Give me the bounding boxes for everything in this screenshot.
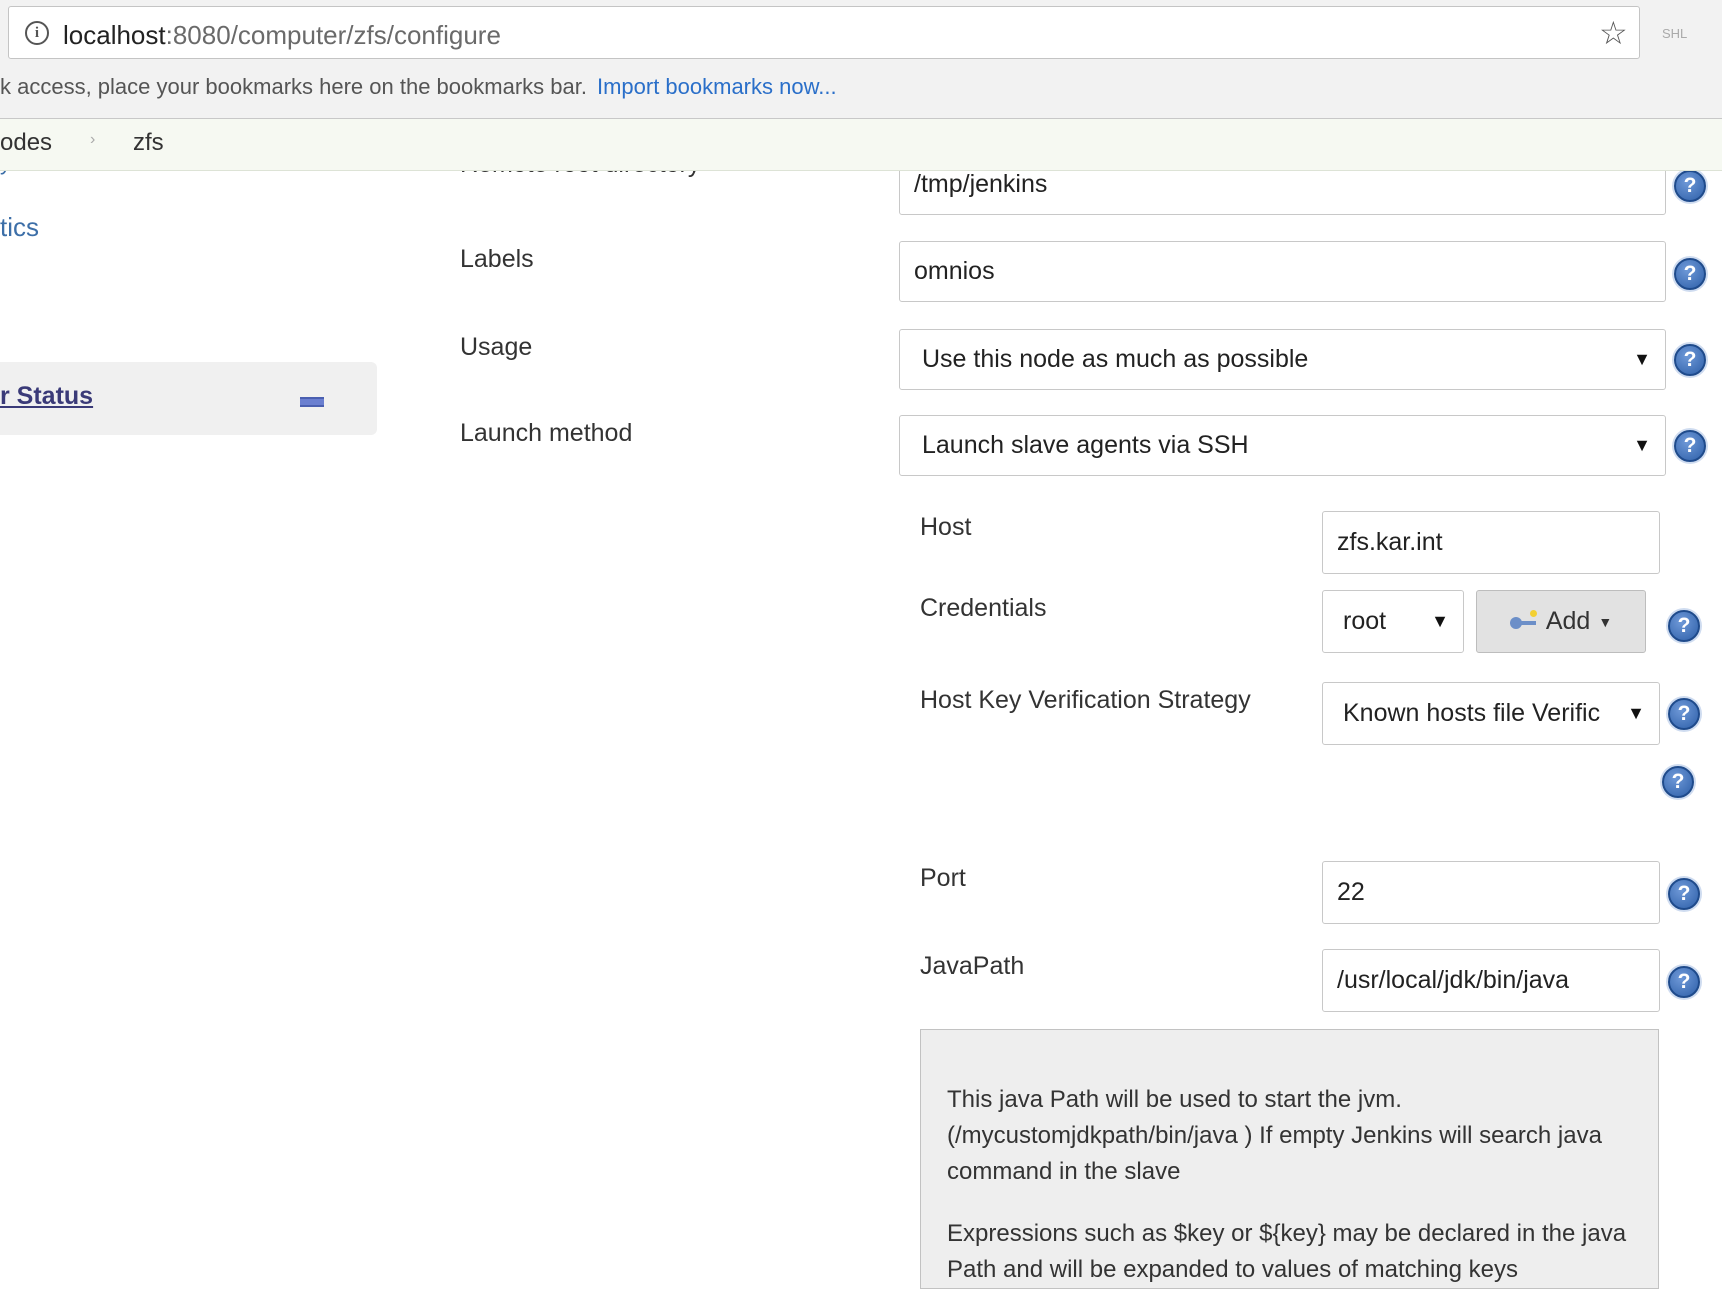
- help-icon[interactable]: ?: [1674, 170, 1706, 202]
- credentials-select-value: root: [1343, 607, 1387, 635]
- bookmark-star-icon[interactable]: ☆: [1599, 15, 1628, 51]
- java-path-input[interactable]: /usr/local/jdk/bin/java: [1322, 949, 1660, 1012]
- dropdown-caret-icon: ▼: [1431, 611, 1449, 631]
- help-paragraph: This java Path will be used to start the…: [947, 1086, 1602, 1185]
- chevron-down-icon: ▼: [1598, 613, 1613, 630]
- host-label: Host: [920, 513, 972, 541]
- breadcrumb-item-zfs-overlay[interactable]: zfs: [133, 129, 164, 157]
- add-credentials-button[interactable]: Add ▼: [1476, 590, 1646, 653]
- help-icon[interactable]: ?: [1668, 878, 1700, 910]
- bookmarks-bar: k access, place your bookmarks here on t…: [0, 74, 837, 100]
- browser-chrome: i localhost:8080/computer/zfs/configure …: [0, 0, 1722, 119]
- port-label: Port: [920, 864, 966, 892]
- url-host: localhost: [63, 20, 166, 50]
- dropdown-caret-icon: ▼: [1633, 435, 1651, 455]
- help-icon[interactable]: ?: [1674, 258, 1706, 290]
- extension-icon[interactable]: SHL: [1662, 26, 1687, 41]
- help-icon[interactable]: ?: [1668, 698, 1700, 730]
- usage-select-value: Use this node as much as possible: [922, 345, 1309, 373]
- executor-status-link[interactable]: r Status: [0, 382, 93, 411]
- sidebar-item-statistics[interactable]: tics: [0, 212, 39, 243]
- java-path-label: JavaPath: [920, 952, 1025, 980]
- launch-method-select-value: Launch slave agents via SSH: [922, 431, 1249, 459]
- info-icon[interactable]: i: [25, 21, 49, 45]
- help-icon[interactable]: ?: [1662, 766, 1694, 798]
- address-bar[interactable]: i localhost:8080/computer/zfs/configure …: [8, 6, 1640, 59]
- credentials-label: Credentials: [920, 594, 1047, 622]
- import-bookmarks-link[interactable]: Import bookmarks now...: [597, 74, 837, 99]
- host-key-strategy-label: Host Key Verification Strategy: [920, 686, 1251, 714]
- url-text[interactable]: localhost:8080/computer/zfs/configure: [63, 20, 501, 51]
- collapse-icon[interactable]: [300, 397, 324, 407]
- help-icon[interactable]: ?: [1668, 610, 1700, 642]
- url-path: :8080/computer/zfs/configure: [165, 20, 501, 50]
- usage-select[interactable]: Use this node as much as possible ▼: [899, 329, 1666, 390]
- credentials-select[interactable]: root ▼: [1322, 590, 1464, 653]
- bookmarks-prompt: k access, place your bookmarks here on t…: [0, 74, 587, 99]
- labels-input[interactable]: omnios: [899, 241, 1666, 302]
- help-icon[interactable]: ?: [1674, 344, 1706, 376]
- host-key-strategy-select[interactable]: Known hosts file Verific ▼: [1322, 682, 1660, 745]
- labels-label: Labels: [460, 245, 534, 273]
- add-button-label: Add: [1545, 607, 1591, 635]
- usage-label: Usage: [460, 333, 533, 361]
- executor-status-panel: r Status: [0, 362, 377, 435]
- breadcrumb-overlay: odes › zfs: [0, 119, 1722, 171]
- host-key-strategy-value: Known hosts file Verific: [1343, 699, 1601, 727]
- help-icon[interactable]: ?: [1668, 966, 1700, 998]
- launch-method-label: Launch method: [460, 419, 633, 447]
- launch-method-select[interactable]: Launch slave agents via SSH ▼: [899, 415, 1666, 476]
- host-input[interactable]: zfs.kar.int: [1322, 511, 1660, 574]
- dropdown-caret-icon: ▼: [1627, 703, 1645, 723]
- key-icon: [1509, 609, 1538, 630]
- dropdown-caret-icon: ▼: [1633, 349, 1651, 369]
- breadcrumb-item-nodes-overlay[interactable]: odes: [0, 129, 52, 157]
- port-input[interactable]: 22: [1322, 861, 1660, 924]
- java-path-help-panel: This java Path will be used to start the…: [920, 1029, 1659, 1289]
- help-icon[interactable]: ?: [1674, 430, 1706, 462]
- help-paragraph: Expressions such as $key or ${key} may b…: [947, 1220, 1627, 1283]
- breadcrumb-separator-overlay: ›: [90, 131, 96, 148]
